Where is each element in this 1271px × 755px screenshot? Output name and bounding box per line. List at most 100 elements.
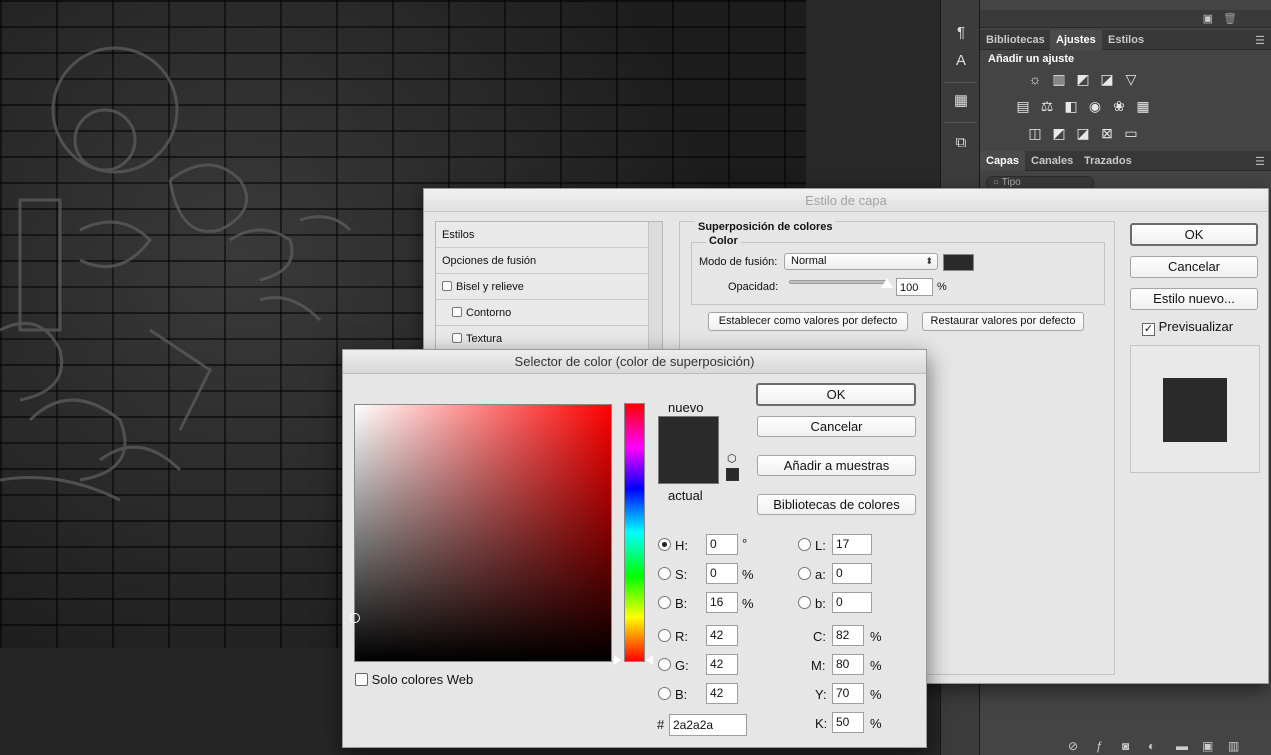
websafe-icon[interactable] <box>726 468 739 481</box>
posterize-icon[interactable]: ◩ <box>1050 125 1068 141</box>
invert-icon[interactable]: ◫ <box>1026 125 1044 141</box>
checkbox[interactable] <box>452 307 462 317</box>
cancel-button[interactable]: Cancelar <box>757 416 916 437</box>
color-cursor[interactable] <box>350 613 360 623</box>
adjustment-icon[interactable]: ◐ <box>1148 739 1155 753</box>
layers-menu-icon[interactable]: ☰ <box>1255 155 1265 168</box>
blend-mode-label: Modo de fusión: <box>699 256 778 268</box>
list-item-bevel[interactable]: Bisel y relieve <box>436 274 648 300</box>
r-input[interactable]: 42 <box>706 625 738 646</box>
radio-l[interactable] <box>798 538 811 551</box>
hex-input[interactable]: 2a2a2a <box>669 714 747 736</box>
radio-blue[interactable] <box>658 687 671 700</box>
c-input[interactable]: 82 <box>832 625 864 646</box>
tab-capas[interactable]: Capas <box>980 151 1026 171</box>
tab-canales[interactable]: Canales <box>1025 151 1079 171</box>
vibrance-icon[interactable]: ▽ <box>1122 71 1140 87</box>
checkbox[interactable] <box>452 333 462 343</box>
hue-slider[interactable] <box>624 403 645 662</box>
opacity-slider[interactable] <box>789 280 889 284</box>
panel-menu-icon[interactable]: ☰ <box>1255 34 1265 47</box>
h-input[interactable]: 0 <box>706 534 738 555</box>
web-colors-checkbox[interactable]: Solo colores Web <box>355 672 473 687</box>
link-icon[interactable]: ⊘ <box>1068 739 1078 753</box>
radio-s[interactable] <box>658 567 671 580</box>
set-default-button[interactable]: Establecer como valores por defecto <box>708 312 908 331</box>
s-input[interactable]: 0 <box>706 563 738 584</box>
tab-ajustes[interactable]: Ajustes <box>1050 30 1102 50</box>
grid-icon[interactable]: ▦ <box>949 90 973 112</box>
newlayer-icon[interactable]: ▣ <box>1202 739 1213 753</box>
gradientmap-icon[interactable]: ▭ <box>1122 125 1140 141</box>
blue-input[interactable]: 42 <box>706 683 738 704</box>
ok-button[interactable]: OK <box>1130 223 1258 246</box>
cube-icon[interactable]: ⬡ <box>727 452 737 465</box>
list-item-blending[interactable]: Opciones de fusión <box>436 248 648 274</box>
paragraph-icon[interactable]: ¶ <box>949 22 973 44</box>
trash-icon[interactable]: ▥ <box>1228 739 1239 753</box>
reset-default-button[interactable]: Restaurar valores por defecto <box>922 312 1084 331</box>
add-to-swatches-button[interactable]: Añadir a muestras <box>757 455 916 476</box>
k-input[interactable]: 50 <box>832 712 864 733</box>
ok-button[interactable]: OK <box>756 383 916 406</box>
radio-g[interactable] <box>658 658 671 671</box>
preview-swatch <box>1163 378 1227 442</box>
m-unit: % <box>870 658 882 673</box>
radio-brightness[interactable] <box>658 596 671 609</box>
curves-icon[interactable]: ◩ <box>1074 71 1092 87</box>
mask-icon[interactable]: ◙ <box>1122 739 1129 753</box>
selectivecolor-icon[interactable]: ⊠ <box>1098 125 1116 141</box>
radio-b[interactable] <box>798 596 811 609</box>
character-icon[interactable]: A <box>949 50 973 72</box>
photofilter-icon[interactable]: ◉ <box>1086 98 1104 114</box>
list-item-label: Estilos <box>442 229 475 241</box>
saturation-brightness-field[interactable] <box>350 404 612 662</box>
opacity-slider-knob[interactable] <box>881 278 893 288</box>
dialog-title[interactable]: Selector de color (color de superposició… <box>343 350 926 374</box>
folder-icon[interactable]: ▬ <box>1176 739 1188 753</box>
blend-mode-select[interactable]: Normal ⬍ <box>784 253 938 270</box>
preview-checkbox[interactable]: ✓ Previsualizar <box>1142 319 1233 336</box>
hash-label: # <box>657 717 665 732</box>
g-input[interactable]: 42 <box>706 654 738 675</box>
hue-arrow-right[interactable] <box>646 655 653 665</box>
hue-arrow-left[interactable] <box>614 655 621 665</box>
levels-icon[interactable]: ▥ <box>1050 71 1068 87</box>
y-input[interactable]: 70 <box>832 683 864 704</box>
dialog-title[interactable]: Estilo de capa <box>424 189 1268 212</box>
new-icon[interactable]: ▣ <box>1203 12 1213 25</box>
overlay-color-swatch[interactable] <box>943 254 974 271</box>
fx-icon[interactable]: ƒ <box>1096 739 1103 753</box>
brightness-input[interactable]: 16 <box>706 592 738 613</box>
threshold-icon[interactable]: ◪ <box>1074 125 1092 141</box>
lookup-icon[interactable]: ▦ <box>1134 98 1152 114</box>
opacity-input[interactable]: 100 <box>896 278 933 296</box>
color-preview[interactable] <box>658 416 719 484</box>
radio-r[interactable] <box>658 629 671 642</box>
list-item-contour[interactable]: Contorno <box>436 300 648 326</box>
layers-bottom-bar: ⊘ ƒ ◙ ◐ ▬ ▣ ▥ <box>980 737 1271 755</box>
m-input[interactable]: 80 <box>832 654 864 675</box>
color-libraries-button[interactable]: Bibliotecas de colores <box>757 494 916 515</box>
a-input[interactable]: 0 <box>832 563 872 584</box>
list-item-estilos[interactable]: Estilos <box>436 222 648 248</box>
glyph-icon[interactable]: ⧉ <box>949 132 973 154</box>
bw-icon[interactable]: ◧ <box>1062 98 1080 114</box>
brightness-icon[interactable]: ☼ <box>1026 71 1044 87</box>
l-input[interactable]: 17 <box>832 534 872 555</box>
channelmixer-icon[interactable]: ❀ <box>1110 98 1128 114</box>
radio-h[interactable] <box>658 538 671 551</box>
trash-icon[interactable]: 🗑 <box>1223 12 1237 25</box>
tab-bibliotecas[interactable]: Bibliotecas <box>980 30 1051 50</box>
huesat-icon[interactable]: ▤ <box>1014 98 1032 114</box>
checkbox[interactable] <box>442 281 452 291</box>
tab-trazados[interactable]: Trazados <box>1078 151 1138 171</box>
colorbalance-icon[interactable]: ⚖ <box>1038 98 1056 114</box>
b-input[interactable]: 0 <box>832 592 872 613</box>
new-style-button[interactable]: Estilo nuevo... <box>1130 288 1258 310</box>
exposure-icon[interactable]: ◪ <box>1098 71 1116 87</box>
cancel-button[interactable]: Cancelar <box>1130 256 1258 278</box>
radio-a[interactable] <box>798 567 811 580</box>
g-label: G: <box>675 658 689 673</box>
tab-estilos[interactable]: Estilos <box>1102 30 1150 50</box>
